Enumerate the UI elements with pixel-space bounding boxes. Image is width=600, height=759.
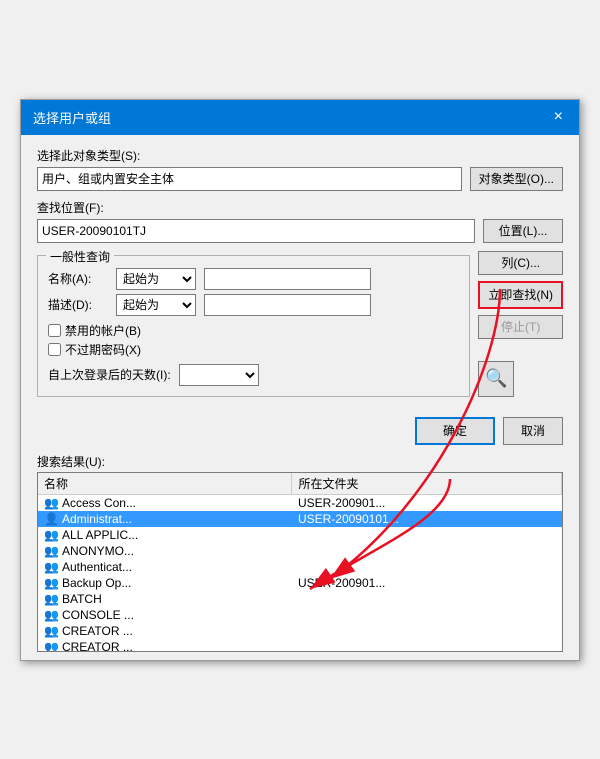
disabled-account-row: 禁用的帐户(B) <box>48 322 459 339</box>
results-container[interactable]: 名称 所在文件夹 👥 Access Con...USER-200901...👤 … <box>37 472 563 652</box>
table-row[interactable]: 👥 CREATOR ... <box>38 623 562 639</box>
table-row[interactable]: 👥 ANONYMO... <box>38 543 562 559</box>
object-type-button[interactable]: 对象类型(O)... <box>470 167 563 191</box>
table-cell-folder <box>292 543 562 559</box>
object-type-label: 选择此对象类型(S): <box>37 147 563 164</box>
table-cell-name: 👥 BATCH <box>38 591 292 607</box>
table-cell-folder: USER-200901... <box>292 494 562 511</box>
main-section: 一般性查询 名称(A): 起始为 描述(D): <box>37 251 563 397</box>
location-label: 查找位置(F): <box>37 199 563 216</box>
table-row[interactable]: 👥 Backup Op...USER-200901... <box>38 575 562 591</box>
disabled-account-label: 禁用的帐户(B) <box>65 322 141 339</box>
ok-cancel-row: 确定 取消 <box>21 409 579 453</box>
disabled-account-checkbox[interactable] <box>48 324 61 337</box>
table-cell-name: 👥 CONSOLE ... <box>38 607 292 623</box>
location-button[interactable]: 位置(L)... <box>483 219 563 243</box>
table-cell-name: 👥 Access Con... <box>38 494 292 511</box>
table-row[interactable]: 👥 Access Con...USER-200901... <box>38 494 562 511</box>
location-section: 查找位置(F): 位置(L)... <box>37 199 563 243</box>
table-row[interactable]: 👤 Administrat...USER-20090101... <box>38 511 562 527</box>
list-columns-button[interactable]: 列(C)... <box>478 251 563 275</box>
table-cell-folder <box>292 623 562 639</box>
table-cell-name: 👤 Administrat... <box>38 511 292 527</box>
desc-select[interactable]: 起始为 <box>116 294 196 316</box>
row-icon: 👥 <box>44 544 59 558</box>
magnifier-icon: 🔍 <box>485 368 507 389</box>
name-row: 名称(A): 起始为 <box>48 268 459 290</box>
name-label: 名称(A): <box>48 270 108 287</box>
table-row[interactable]: 👥 ALL APPLIC... <box>38 527 562 543</box>
object-type-input[interactable] <box>37 167 462 191</box>
dialog-title: 选择用户或组 <box>33 108 111 127</box>
cancel-button[interactable]: 取消 <box>503 417 563 445</box>
close-button[interactable]: × <box>550 109 567 125</box>
dialog-body: 选择此对象类型(S): 对象类型(O)... 查找位置(F): 位置(L)... <box>21 135 579 409</box>
row-icon: 👥 <box>44 496 59 510</box>
title-bar: 选择用户或组 × <box>21 100 579 135</box>
search-now-button[interactable]: 立即查找(N) <box>478 281 563 309</box>
search-icon-button[interactable]: 🔍 <box>478 361 514 397</box>
table-row[interactable]: 👥 BATCH <box>38 591 562 607</box>
desc-label: 描述(D): <box>48 296 108 313</box>
table-row[interactable]: 👥 CONSOLE ... <box>38 607 562 623</box>
table-cell-folder <box>292 527 562 543</box>
object-type-section: 选择此对象类型(S): 对象类型(O)... <box>37 147 563 191</box>
location-input[interactable] <box>37 219 475 243</box>
table-cell-folder: USER-200901... <box>292 575 562 591</box>
table-cell-folder: USER-20090101... <box>292 511 562 527</box>
desc-input[interactable] <box>204 294 371 316</box>
row-icon: 👥 <box>44 560 59 574</box>
row-icon: 👥 <box>44 528 59 542</box>
name-select[interactable]: 起始为 <box>116 268 196 290</box>
table-row[interactable]: 👥 Authenticat... <box>38 559 562 575</box>
days-label: 自上次登录后的天数(I): <box>48 366 171 383</box>
col-name-header: 名称 <box>38 473 292 495</box>
col-folder-header: 所在文件夹 <box>292 473 562 495</box>
ok-button[interactable]: 确定 <box>415 417 495 445</box>
table-cell-name: 👥 ANONYMO... <box>38 543 292 559</box>
name-input[interactable] <box>204 268 371 290</box>
table-cell-name: 👥 CREATOR ... <box>38 639 292 652</box>
results-label: 搜索结果(U): <box>21 453 579 472</box>
desc-row: 描述(D): 起始为 <box>48 294 459 316</box>
table-cell-folder <box>292 607 562 623</box>
table-cell-folder <box>292 591 562 607</box>
select-user-dialog: 选择用户或组 × 选择此对象类型(S): 对象类型(O)... 查找位置(F):… <box>20 99 580 661</box>
table-cell-folder <box>292 559 562 575</box>
table-cell-name: 👥 Backup Op... <box>38 575 292 591</box>
table-cell-name: 👥 ALL APPLIC... <box>38 527 292 543</box>
non-expiring-label: 不过期密码(X) <box>65 341 141 358</box>
table-cell-name: 👥 CREATOR ... <box>38 623 292 639</box>
days-select[interactable] <box>179 364 259 386</box>
row-icon: 👥 <box>44 640 59 652</box>
stop-button[interactable]: 停止(T) <box>478 315 563 339</box>
query-group-title: 一般性查询 <box>46 248 114 265</box>
row-icon: 👥 <box>44 592 59 606</box>
row-icon: 👥 <box>44 576 59 590</box>
table-cell-folder <box>292 639 562 652</box>
row-icon: 👥 <box>44 608 59 622</box>
row-icon: 👤 <box>44 512 59 526</box>
table-cell-name: 👥 Authenticat... <box>38 559 292 575</box>
non-expiring-checkbox[interactable] <box>48 343 61 356</box>
right-buttons: 列(C)... 立即查找(N) 停止(T) 🔍 <box>478 251 563 397</box>
left-section: 一般性查询 名称(A): 起始为 描述(D): <box>37 251 470 397</box>
results-table: 名称 所在文件夹 👥 Access Con...USER-200901...👤 … <box>38 473 562 652</box>
days-row: 自上次登录后的天数(I): <box>48 364 459 386</box>
row-icon: 👥 <box>44 624 59 638</box>
table-row[interactable]: 👥 CREATOR ... <box>38 639 562 652</box>
non-expiring-row: 不过期密码(X) <box>48 341 459 358</box>
query-group: 一般性查询 名称(A): 起始为 描述(D): <box>37 255 470 397</box>
